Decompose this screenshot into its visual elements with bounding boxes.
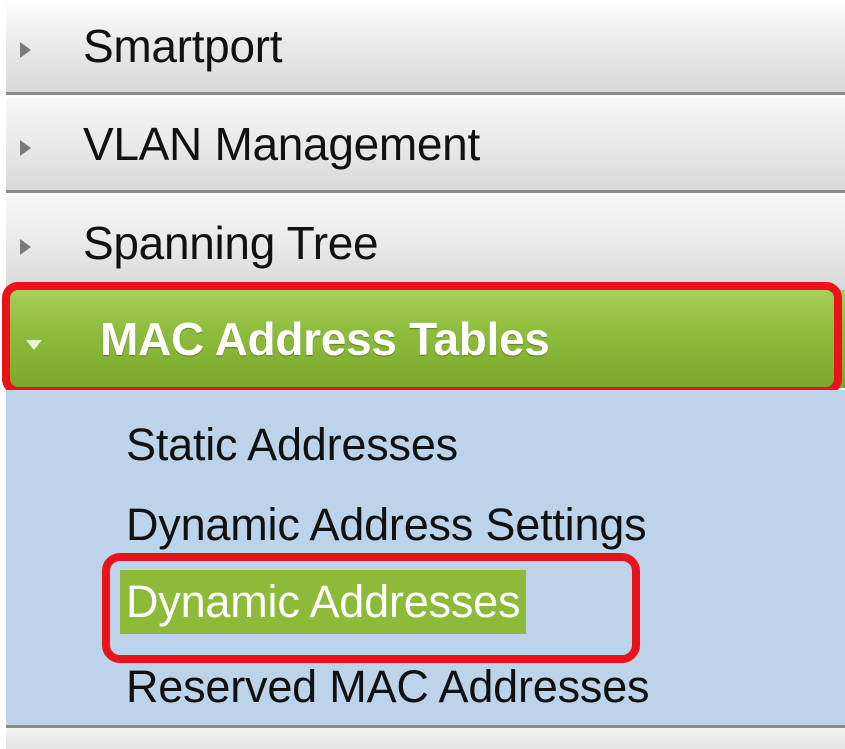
navigation-menu: Smartport VLAN Management Spanning Tree … [0,0,845,749]
nav-item-mac-address-tables[interactable]: MAC Address Tables [6,290,845,388]
triangle-right-icon [20,140,31,156]
submenu-item-reserved-mac-addresses[interactable]: Reserved MAC Addresses [126,652,650,722]
next-nav-item-partial[interactable] [6,728,845,749]
submenu-mac-address-tables: Static Addresses Dynamic Address Setting… [6,390,845,725]
nav-item-spanning-tree[interactable]: Spanning Tree [6,196,845,290]
nav-item-vlan-management[interactable]: VLAN Management [6,98,845,193]
triangle-down-icon [26,340,42,350]
nav-item-smartport[interactable]: Smartport [6,0,845,95]
submenu-item-static-addresses[interactable]: Static Addresses [126,410,458,480]
nav-item-label: Spanning Tree [83,217,379,269]
nav-item-label: MAC Address Tables [100,313,550,365]
triangle-right-icon [20,239,31,255]
nav-item-label: VLAN Management [83,118,480,170]
submenu-item-dynamic-addresses[interactable]: Dynamic Addresses [120,570,527,634]
triangle-right-icon [20,42,31,58]
submenu-item-dynamic-address-settings[interactable]: Dynamic Address Settings [126,490,647,560]
nav-item-label: Smartport [83,20,283,72]
